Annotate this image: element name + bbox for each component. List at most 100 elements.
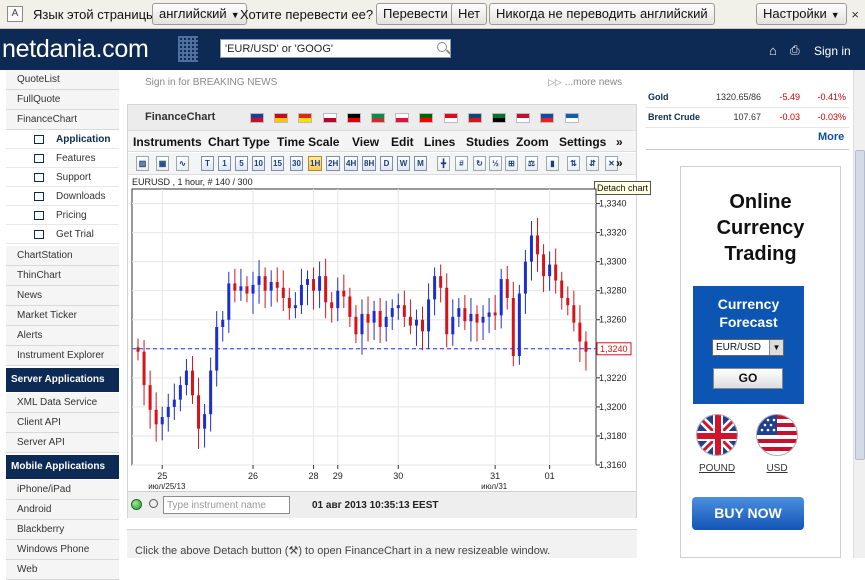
language-flag-icon[interactable] — [346, 113, 361, 123]
timescale-button[interactable]: 30 — [290, 156, 303, 171]
market-row[interactable]: Gold 1320.65/86 -5.49 -0.41% — [646, 88, 849, 108]
price-chart[interactable]: 1,3160 1,3180 1,3200 1,3220 1,3240 1,3260 1,32… — [128, 187, 636, 491]
fraction-icon[interactable]: ½ — [489, 156, 502, 171]
volume-icon[interactable]: ▮ — [546, 156, 559, 171]
sidebar-item[interactable]: ThinChart — [6, 266, 119, 286]
sidebar-subitem[interactable]: Pricing — [6, 206, 119, 225]
translate-button[interactable]: Перевести — [376, 3, 455, 25]
timescale-button[interactable]: 1 — [218, 156, 231, 171]
sidebar-item[interactable]: News — [6, 286, 119, 306]
timescale-button[interactable]: 10 — [252, 156, 265, 171]
print-icon[interactable]: ⎙ — [790, 43, 800, 58]
scrollbar-thumb[interactable] — [855, 150, 865, 460]
candlestick-icon[interactable]: ▥ — [136, 156, 149, 171]
sidebar-subitem[interactable]: Support — [6, 168, 119, 187]
sidebar-item[interactable]: Alerts — [6, 326, 119, 346]
invert-icon[interactable]: ⇵ — [586, 156, 599, 171]
timescale-button[interactable]: 2H — [326, 156, 341, 171]
ad-currency-select[interactable]: EUR/USD ▼ — [712, 339, 784, 356]
instrument-search-input[interactable] — [163, 496, 290, 514]
sidebar-item[interactable]: ChartStation — [6, 246, 119, 266]
grid-icon[interactable]: # — [455, 156, 468, 171]
sidebar-item[interactable]: Android — [6, 500, 119, 520]
more-news-link[interactable]: ▷▷ ...more news — [548, 77, 622, 88]
language-flag-icon[interactable] — [419, 113, 434, 123]
language-select[interactable]: английский ▼ — [152, 3, 247, 25]
usd-link[interactable]: USD — [747, 463, 807, 474]
sidebar-item[interactable]: Blackberry — [6, 520, 119, 540]
timescale-button[interactable]: M — [414, 156, 427, 171]
language-flag-icon[interactable] — [516, 113, 531, 123]
never-translate-button[interactable]: Никогда не переводить английский — [489, 3, 715, 25]
chart-menu-item[interactable]: Lines — [424, 135, 455, 149]
language-flag-icon[interactable] — [443, 113, 458, 123]
language-flag-icon[interactable] — [492, 113, 506, 123]
chart-menu-item[interactable]: Instruments — [133, 135, 202, 149]
language-flag-icon[interactable] — [467, 113, 482, 123]
toolbar-more-icon[interactable]: » — [616, 156, 623, 170]
sidebar-item[interactable]: XML Data Service — [6, 393, 119, 413]
timescale-button[interactable]: 1H — [308, 156, 323, 171]
sidebar-subitem[interactable]: Features — [6, 149, 119, 168]
chart-menu-item[interactable]: Zoom — [516, 135, 549, 149]
sidebar-subitem[interactable]: Get Trial — [6, 225, 119, 244]
language-flag-icon[interactable] — [395, 113, 410, 123]
language-flag-icon[interactable] — [564, 113, 579, 123]
chart-menu-item[interactable]: View — [352, 135, 379, 149]
sidebar-item[interactable]: QuoteList — [6, 70, 119, 90]
currency-trading-ad[interactable]: Online Currency Trading Currency Forecas… — [680, 166, 841, 558]
sidebar-item[interactable]: Web — [6, 560, 119, 580]
home-icon[interactable]: ⌂ — [769, 43, 777, 58]
chart-menu-item[interactable]: Time Scale — [277, 135, 339, 149]
chart-menu-item[interactable]: Studies — [466, 135, 509, 149]
timescale-button[interactable]: 4H — [344, 156, 359, 171]
language-flag-icon[interactable] — [274, 113, 289, 123]
search-icon[interactable] — [437, 42, 447, 52]
no-button[interactable]: Нет — [451, 3, 488, 25]
language-flag-icon[interactable] — [371, 113, 385, 123]
timescale-button[interactable]: W — [397, 156, 410, 171]
breaking-news-signin[interactable]: Sign in for BREAKING NEWS — [145, 77, 277, 88]
refresh-icon[interactable]: ↻ — [473, 156, 486, 171]
sidebar-item[interactable]: FinanceChart — [6, 110, 119, 130]
chart-menu-item[interactable]: Edit — [391, 135, 414, 149]
chart-menu-item[interactable]: Chart Type — [208, 135, 270, 149]
scale-icon[interactable]: ⇅ — [567, 156, 580, 171]
language-flag-icon[interactable] — [540, 113, 555, 123]
page-scrollbar[interactable] — [853, 70, 865, 558]
crosshair-icon[interactable]: ╋ — [437, 156, 450, 171]
sidebar-subitem[interactable]: Application — [6, 130, 119, 149]
timescale-button[interactable]: 8H — [362, 156, 377, 171]
line-chart-icon[interactable]: ∿ — [176, 156, 189, 171]
sidebar-section-mobile[interactable]: Mobile Applications — [6, 455, 119, 479]
signin-link[interactable]: Sign in — [814, 44, 851, 58]
layout-icon[interactable]: ⊞ — [505, 156, 518, 171]
timescale-button[interactable]: 5 — [235, 156, 248, 171]
sidebar-item[interactable]: iPhone/iPad — [6, 480, 119, 500]
sidebar-item[interactable]: Client API — [6, 413, 119, 433]
compare-icon[interactable]: ⚖ — [525, 156, 538, 171]
sidebar-item[interactable]: Server API — [6, 433, 119, 453]
sidebar-item[interactable]: Market Ticker — [6, 306, 119, 326]
sidebar-section-server[interactable]: Server Applications — [6, 368, 119, 392]
timescale-button[interactable]: D — [380, 156, 393, 171]
sidebar-subitem[interactable]: Downloads — [6, 187, 119, 206]
us-flag-icon[interactable] — [756, 414, 798, 456]
market-more-link[interactable]: More — [818, 131, 844, 143]
language-flag-icon[interactable] — [250, 113, 264, 123]
timescale-button[interactable]: 15 — [271, 156, 284, 171]
timescale-button[interactable]: T — [201, 156, 214, 171]
chart-menu-item[interactable]: » — [616, 135, 623, 149]
chart-menu-item[interactable]: Settings — [559, 135, 606, 149]
site-logo[interactable]: netdania.com — [2, 35, 149, 64]
close-icon[interactable]: × — [851, 7, 859, 22]
language-flag-icon[interactable] — [322, 113, 337, 123]
market-row[interactable]: Brent Crude 107.67 -0.03 -0.03% — [646, 108, 849, 128]
uk-flag-icon[interactable] — [696, 414, 738, 456]
sidebar-item[interactable]: Windows Phone — [6, 540, 119, 560]
search-input[interactable] — [220, 39, 451, 58]
sidebar-item[interactable]: FullQuote — [6, 90, 119, 110]
buy-now-button[interactable]: BUY NOW — [692, 497, 804, 530]
sidebar-item[interactable]: Instrument Explorer — [6, 346, 119, 366]
bar-chart-icon[interactable]: ▦ — [156, 156, 169, 171]
